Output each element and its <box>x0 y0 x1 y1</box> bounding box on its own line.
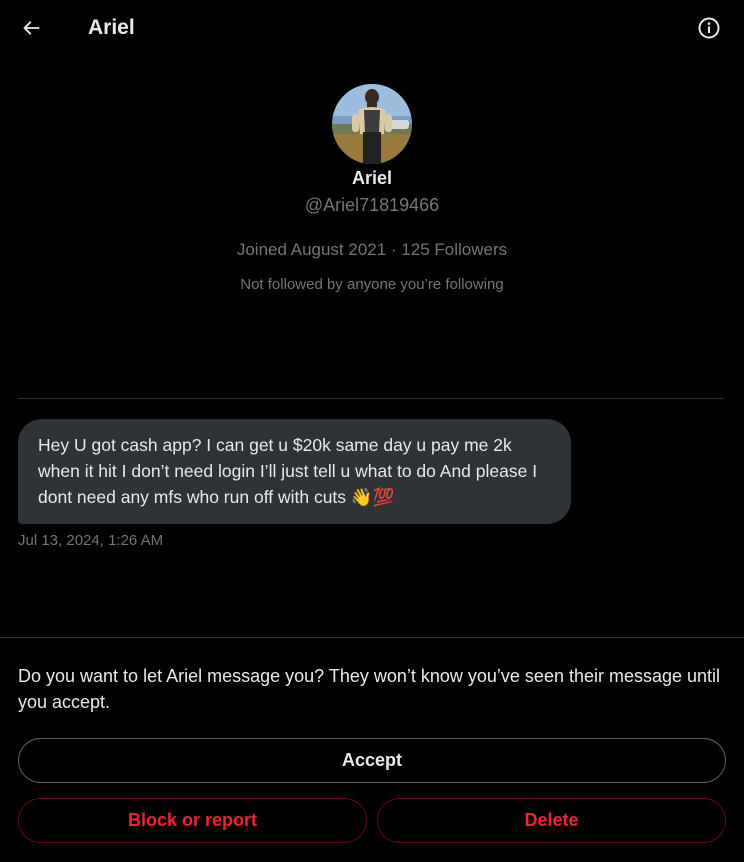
message-request-prompt: Do you want to let Ariel message you? Th… <box>18 666 721 712</box>
profile-meta: Joined August 2021 · 125 Followers <box>236 240 508 259</box>
divider <box>18 398 724 399</box>
profile-card[interactable]: Ariel @Ariel71819466 Joined August 2021 … <box>0 84 744 294</box>
message-bubble[interactable]: Hey U got cash app? I can get u $20k sam… <box>18 419 571 524</box>
info-icon <box>698 17 720 39</box>
info-button[interactable] <box>694 13 724 43</box>
delete-button[interactable]: Delete <box>377 798 726 843</box>
arrow-left-icon <box>23 21 40 35</box>
conversation-header: Ariel <box>0 0 744 56</box>
block-or-report-button[interactable]: Block or report <box>18 798 367 843</box>
message-timestamp: Jul 13, 2024, 1:26 AM <box>18 532 164 549</box>
divider <box>0 637 744 638</box>
conversation-title: Ariel <box>88 16 135 39</box>
profile-handle: @Ariel71819466 <box>304 195 440 215</box>
avatar[interactable] <box>332 84 412 164</box>
profile-name[interactable]: Ariel <box>0 167 744 189</box>
accept-button[interactable]: Accept <box>18 738 726 783</box>
followed-by-note: Not followed by anyone you’re following <box>240 276 504 293</box>
back-button[interactable] <box>14 12 48 44</box>
